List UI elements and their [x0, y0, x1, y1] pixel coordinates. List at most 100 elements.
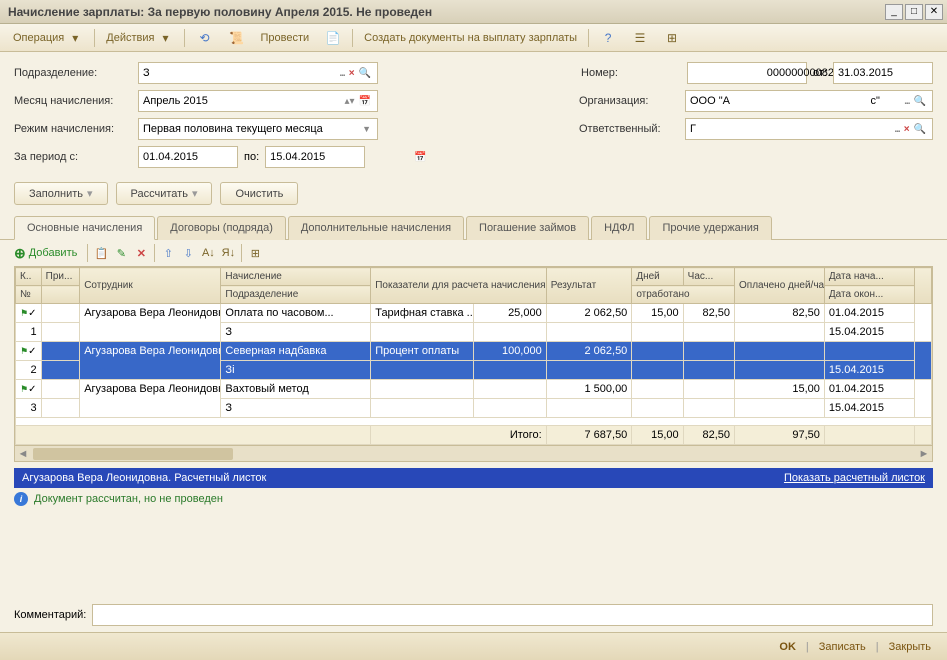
- mode-input[interactable]: [143, 123, 360, 135]
- cell-indicator-value[interactable]: [473, 380, 546, 399]
- cell-date-start[interactable]: [824, 342, 914, 361]
- minimize-button[interactable]: _: [885, 4, 903, 20]
- col-result[interactable]: Результат: [546, 268, 632, 304]
- col-pri[interactable]: При...: [41, 268, 80, 286]
- grid-settings-button[interactable]: ⊞: [246, 244, 264, 262]
- cell-indicator-name[interactable]: Тарифная ставка ...: [371, 304, 474, 323]
- comment-input[interactable]: [92, 604, 933, 626]
- spinner-icon[interactable]: ▴▾: [343, 96, 357, 107]
- col-indicators[interactable]: Показатели для расчета начисления: [371, 268, 547, 304]
- col-days[interactable]: Дней: [632, 268, 683, 286]
- cell-hours[interactable]: [683, 342, 734, 361]
- move-down-button[interactable]: ⇩: [179, 244, 197, 262]
- cell-res2[interactable]: [546, 399, 632, 418]
- ok-button[interactable]: OK: [773, 639, 802, 655]
- dropdown-icon[interactable]: ▼: [360, 124, 373, 134]
- col-hours[interactable]: Час...: [683, 268, 734, 286]
- cell-pri[interactable]: [41, 304, 80, 323]
- period-from-input[interactable]: [143, 151, 285, 163]
- cell-res2[interactable]: [546, 361, 632, 380]
- cell-pri2[interactable]: [41, 361, 80, 380]
- post-button[interactable]: Провести: [253, 28, 316, 48]
- cell-pri[interactable]: [41, 342, 80, 361]
- cell-paid2[interactable]: [735, 361, 825, 380]
- month-field[interactable]: ▴▾ 📅: [138, 90, 378, 112]
- cell-result[interactable]: 2 062,50: [546, 304, 632, 323]
- refresh-button[interactable]: ⟲: [189, 26, 219, 50]
- row-marker[interactable]: ⚑✓: [16, 380, 42, 399]
- create-payout-button[interactable]: Создать документы на выплату зарплаты: [357, 28, 584, 48]
- col-pri2[interactable]: [41, 286, 80, 304]
- cell-paid[interactable]: [735, 342, 825, 361]
- scroll-thumb[interactable]: [33, 448, 233, 460]
- tab-contracts[interactable]: Договоры (подряда): [157, 216, 286, 240]
- close-button[interactable]: Закрыть: [883, 639, 937, 655]
- horizontal-scrollbar[interactable]: ◄ ►: [14, 446, 933, 462]
- cell-paid2[interactable]: [735, 399, 825, 418]
- subdivision-input[interactable]: [143, 67, 337, 79]
- cell-accrual[interactable]: Оплата по часовом...: [221, 304, 371, 323]
- fill-button[interactable]: Заполнить ▾: [14, 182, 108, 205]
- sort-desc-button[interactable]: Я↓: [219, 244, 237, 262]
- cell-indval2[interactable]: [473, 361, 546, 380]
- cell-result[interactable]: 2 062,50: [546, 342, 632, 361]
- tab-other-deductions[interactable]: Прочие удержания: [649, 216, 771, 240]
- delete-button[interactable]: ✕: [132, 244, 150, 262]
- col-employee[interactable]: Сотрудник: [80, 268, 221, 304]
- col-k[interactable]: К..: [16, 268, 42, 286]
- cell-res2[interactable]: [546, 323, 632, 342]
- copy-button[interactable]: 📋: [92, 244, 110, 262]
- cell-indval2[interactable]: [473, 399, 546, 418]
- cell-ind2[interactable]: [371, 323, 474, 342]
- cell-result[interactable]: 1 500,00: [546, 380, 632, 399]
- col-accrual[interactable]: Начисление: [221, 268, 371, 286]
- cell-employee[interactable]: Агузарова Вера Леонидовна: [80, 380, 221, 418]
- cell-days2[interactable]: [632, 361, 683, 380]
- cell-hours[interactable]: 82,50: [683, 304, 734, 323]
- cell-ind2[interactable]: [371, 399, 474, 418]
- col-date-end[interactable]: Дата окон...: [824, 286, 914, 304]
- post-scroll-button[interactable]: 📜: [221, 26, 251, 50]
- cell-pri[interactable]: [41, 380, 80, 399]
- cell-hours2[interactable]: [683, 361, 734, 380]
- table-row[interactable]: ⚑✓ Агузарова Вера Леонидовна Оплата по ч…: [16, 304, 932, 323]
- structure-button[interactable]: ⊞: [657, 26, 687, 50]
- cell-indicator-name[interactable]: Процент оплаты: [371, 342, 474, 361]
- clear-button[interactable]: Очистить: [220, 182, 298, 205]
- subdivision-field[interactable]: ... × 🔍: [138, 62, 378, 84]
- org-input[interactable]: [690, 95, 902, 107]
- table-row[interactable]: ⚑✓ Агузарова Вера Леонидовна Вахтовый ме…: [16, 380, 932, 399]
- calendar-icon[interactable]: 📅: [357, 96, 373, 107]
- operation-menu[interactable]: Операция ▾: [6, 26, 90, 50]
- org-field[interactable]: ... 🔍: [685, 90, 933, 112]
- col-num[interactable]: №: [16, 286, 42, 304]
- cell-pri2[interactable]: [41, 399, 80, 418]
- cell-num[interactable]: 1: [16, 323, 42, 342]
- cell-num[interactable]: 2: [16, 361, 42, 380]
- cell-date-end[interactable]: 15.04.2015: [824, 323, 914, 342]
- cell-paid[interactable]: 82,50: [735, 304, 825, 323]
- cell-employee[interactable]: Агузарова Вера Леонидовна: [80, 304, 221, 342]
- resp-field[interactable]: ... × 🔍: [685, 118, 933, 140]
- number-field[interactable]: [687, 62, 807, 84]
- select-button[interactable]: ...: [902, 96, 911, 107]
- cell-indicator-value[interactable]: 25,000: [473, 304, 546, 323]
- cell-num[interactable]: 3: [16, 399, 42, 418]
- cell-indicator-value[interactable]: 100,000: [473, 342, 546, 361]
- col-worked[interactable]: отработано: [632, 286, 735, 304]
- cell-date-end[interactable]: 15.04.2015: [824, 361, 914, 380]
- row-marker[interactable]: ⚑✓: [16, 304, 42, 323]
- col-paid[interactable]: Оплачено дней/часов: [735, 268, 825, 304]
- tab-loans[interactable]: Погашение займов: [466, 216, 589, 240]
- mode-field[interactable]: ▼: [138, 118, 378, 140]
- show-payslip-link[interactable]: Показать расчетный листок: [784, 472, 925, 484]
- cell-paid[interactable]: 15,00: [735, 380, 825, 399]
- cell-date-start[interactable]: 01.04.2015: [824, 304, 914, 323]
- search-icon[interactable]: 🔍: [357, 68, 373, 79]
- cell-accrual[interactable]: Вахтовый метод: [221, 380, 371, 399]
- calendar-icon[interactable]: 📅: [412, 152, 428, 163]
- cell-days[interactable]: [632, 380, 683, 399]
- cell-hours2[interactable]: [683, 323, 734, 342]
- scroll-right-icon[interactable]: ►: [916, 448, 932, 460]
- sort-asc-button[interactable]: A↓: [199, 244, 217, 262]
